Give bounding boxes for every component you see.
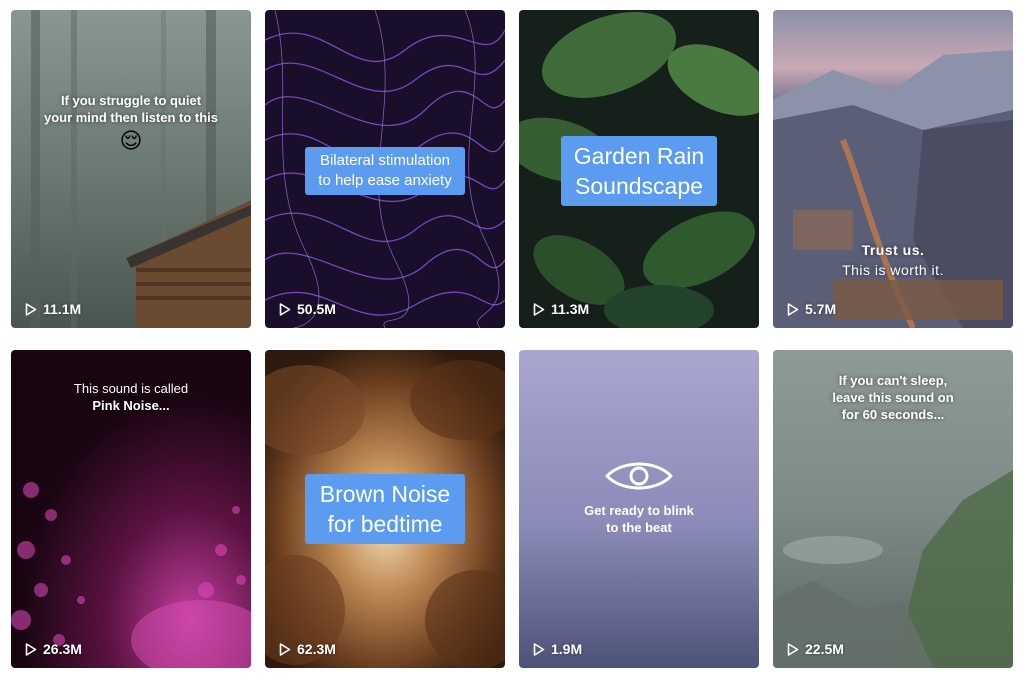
play-icon [787,642,799,656]
view-count: 26.3M [25,641,82,657]
video-card[interactable]: This sound is called Pink Noise... 26.3M [11,350,251,668]
video-caption: Garden Rain Soundscape [561,136,717,206]
video-card[interactable]: Trust us. This is worth it. 5.7M [773,10,1013,328]
play-icon [25,642,37,656]
video-card[interactable]: Get ready to blink to the beat 1.9M [519,350,759,668]
view-count: 11.1M [25,301,81,317]
video-card[interactable]: If you can't sleep, leave this sound on … [773,350,1013,668]
eye-icon [604,458,674,494]
video-card[interactable]: Garden Rain Soundscape 11.3M [519,10,759,328]
video-caption: Brown Noise for bedtime [305,474,465,544]
video-grid: If you struggle to quiet your mind then … [0,0,1024,678]
video-caption: If you struggle to quiet your mind then … [43,93,219,125]
relieved-face-emoji: 😌 [119,128,143,153]
view-count: 11.3M [533,301,589,317]
view-count: 1.9M [533,641,582,657]
video-caption: This sound is called Pink Noise... [73,381,189,413]
view-count: 22.5M [787,641,844,657]
play-icon [25,302,37,316]
play-icon [533,302,545,316]
video-thumbnail [11,10,251,328]
video-thumbnail [773,10,1013,328]
view-count: 50.5M [279,301,336,317]
play-icon [279,642,291,656]
view-count: 62.3M [279,641,336,657]
video-caption: Bilateral stimulation to help ease anxie… [305,147,465,195]
play-icon [533,642,545,656]
video-card[interactable]: Bilateral stimulation to help ease anxie… [265,10,505,328]
video-caption: If you can't sleep, leave this sound on … [832,373,954,422]
play-icon [787,302,799,316]
video-card[interactable]: Brown Noise for bedtime 62.3M [265,350,505,668]
video-caption: Trust us. This is worth it. [842,242,944,278]
view-count: 5.7M [787,301,836,317]
video-caption: Get ready to blink to the beat [584,503,694,535]
video-card[interactable]: If you struggle to quiet your mind then … [11,10,251,328]
play-icon [279,302,291,316]
